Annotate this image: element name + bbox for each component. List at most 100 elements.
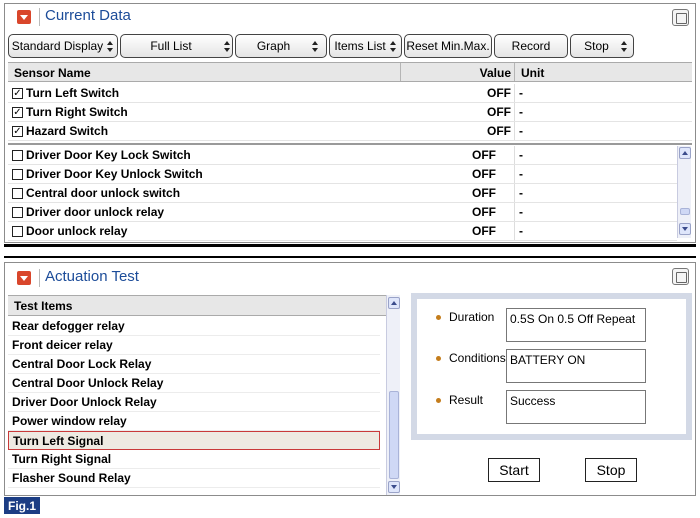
collapse-icon[interactable] xyxy=(17,10,31,24)
reset-min-max-button[interactable]: Reset Min.Max. xyxy=(404,34,492,58)
scroll-down-icon[interactable] xyxy=(679,223,691,235)
duration-value: 0.5S On 0.5 Off Repeat xyxy=(506,308,646,342)
test-item[interactable]: Driver Door Unlock Relay xyxy=(8,393,380,412)
scroll-up-icon[interactable] xyxy=(388,297,400,309)
graph-select[interactable]: Graph xyxy=(235,34,327,58)
sensor-row[interactable]: Door unlock relay OFF - xyxy=(8,222,677,241)
row-checkbox[interactable] xyxy=(12,149,23,161)
column-divider xyxy=(514,203,515,221)
stop-button[interactable]: Stop xyxy=(585,458,637,482)
row-checkbox[interactable] xyxy=(12,206,23,218)
conditions-value: BATTERY ON xyxy=(506,349,646,383)
column-divider xyxy=(514,184,515,202)
sensor-name: Driver Door Key Unlock Switch xyxy=(12,167,203,181)
sensor-name-text: Turn Right Switch xyxy=(26,105,128,119)
items-list-label: Items List xyxy=(334,39,386,53)
standard-display-label: Standard Display xyxy=(11,39,104,53)
row-checkbox[interactable] xyxy=(12,225,23,237)
row-checkbox-checked[interactable]: ✓ xyxy=(12,106,23,118)
standard-display-select[interactable]: Standard Display xyxy=(8,34,118,58)
duration-label: Duration xyxy=(436,310,494,324)
row-checkbox-checked[interactable]: ✓ xyxy=(12,125,23,137)
spinner-icon xyxy=(223,40,231,52)
test-item-selected[interactable]: Turn Left Signal xyxy=(8,431,380,450)
actuation-test-header: Actuation Test xyxy=(5,263,695,289)
sensor-row[interactable]: ✓ Turn Left Switch OFF - xyxy=(8,84,692,103)
sensor-value: OFF xyxy=(487,86,511,100)
sensor-row[interactable]: Central door unlock switch OFF - xyxy=(8,184,677,203)
header-separator xyxy=(39,8,40,26)
start-button[interactable]: Start xyxy=(488,458,540,482)
sensor-row[interactable]: ✓ Turn Right Switch OFF - xyxy=(8,103,692,122)
scroll-down-icon[interactable] xyxy=(388,481,400,493)
stop-select[interactable]: Stop xyxy=(570,34,634,58)
sensor-unit: - xyxy=(519,86,523,100)
stop-label: Stop xyxy=(584,39,609,53)
sensor-name: ✓ Turn Right Switch xyxy=(12,105,128,119)
test-item[interactable]: Central Door Unlock Relay xyxy=(8,374,380,393)
sensor-unit: - xyxy=(519,224,523,238)
sensor-name-text: Door unlock relay xyxy=(26,224,128,238)
result-label-text: Result xyxy=(449,393,484,407)
test-item[interactable]: Front deicer relay xyxy=(8,336,380,355)
test-item[interactable]: Central Door Lock Relay xyxy=(8,355,380,374)
bullet-icon xyxy=(436,314,441,320)
sensor-name: Driver Door Key Lock Switch xyxy=(12,148,191,162)
column-divider xyxy=(514,63,515,81)
test-item[interactable]: Turn Right Signal xyxy=(8,450,380,469)
sensor-row[interactable]: Driver door unlock relay OFF - xyxy=(8,203,677,222)
panel-divider xyxy=(4,256,696,258)
test-details: Duration 0.5S On 0.5 Off Repeat Conditio… xyxy=(417,299,686,434)
sensor-value: OFF xyxy=(472,224,496,238)
pinned-separator xyxy=(8,143,692,145)
maximize-icon[interactable] xyxy=(672,268,689,285)
column-divider xyxy=(514,122,515,140)
sensor-row[interactable]: ✓ Hazard Switch OFF - xyxy=(8,122,692,141)
test-items-scrollbar[interactable] xyxy=(386,295,400,495)
spinner-icon xyxy=(107,40,114,52)
test-item[interactable]: Rear defogger relay xyxy=(8,317,380,336)
bullet-icon xyxy=(436,355,441,361)
sensor-name-text: Turn Left Switch xyxy=(26,86,120,100)
sensor-value: OFF xyxy=(487,124,511,138)
header-separator xyxy=(39,269,40,287)
sensor-name: ✓ Hazard Switch xyxy=(12,124,108,138)
sensor-value: OFF xyxy=(487,105,511,119)
duration-label-text: Duration xyxy=(449,310,495,324)
sensor-name: Central door unlock switch xyxy=(12,186,180,200)
unit-header: Unit xyxy=(521,66,545,80)
result-label: Result xyxy=(436,393,483,407)
test-item[interactable]: Flasher Sound Relay xyxy=(8,469,380,488)
spinner-icon xyxy=(620,40,628,52)
scroll-up-icon[interactable] xyxy=(679,147,691,159)
sensor-row[interactable]: Driver Door Key Unlock Switch OFF - xyxy=(8,165,677,184)
sensor-value: OFF xyxy=(472,148,496,162)
sensor-name: Door unlock relay xyxy=(12,224,127,238)
panel-title: Actuation Test xyxy=(45,268,139,285)
scroll-thumb[interactable] xyxy=(389,391,399,479)
maximize-icon[interactable] xyxy=(672,9,689,26)
sensor-list-scrollbar[interactable] xyxy=(677,146,691,238)
conditions-label-text: Conditions xyxy=(449,351,506,365)
row-checkbox[interactable] xyxy=(12,187,23,199)
record-button[interactable]: Record xyxy=(494,34,568,58)
sensor-unit: - xyxy=(519,186,523,200)
row-checkbox[interactable] xyxy=(12,168,23,180)
sensor-name-text: Driver door unlock relay xyxy=(26,205,165,219)
sensor-row[interactable]: Driver Door Key Lock Switch OFF - xyxy=(8,146,677,165)
row-checkbox-checked[interactable]: ✓ xyxy=(12,87,23,99)
sensor-unit: - xyxy=(519,105,523,119)
column-divider xyxy=(514,222,515,240)
column-divider xyxy=(514,103,515,121)
collapse-icon[interactable] xyxy=(17,271,31,285)
test-item[interactable]: Power window relay xyxy=(8,412,380,431)
scroll-thumb[interactable] xyxy=(680,208,690,215)
sensor-name: ✓ Turn Left Switch xyxy=(12,86,119,100)
bullet-icon xyxy=(436,397,441,403)
items-list-select[interactable]: Items List xyxy=(329,34,402,58)
sensor-unit: - xyxy=(519,148,523,162)
test-items-header-label: Test Items xyxy=(14,299,73,313)
full-list-select[interactable]: Full List xyxy=(120,34,233,58)
sensor-name-header: Sensor Name xyxy=(14,66,91,80)
current-data-header: Current Data xyxy=(5,4,695,30)
